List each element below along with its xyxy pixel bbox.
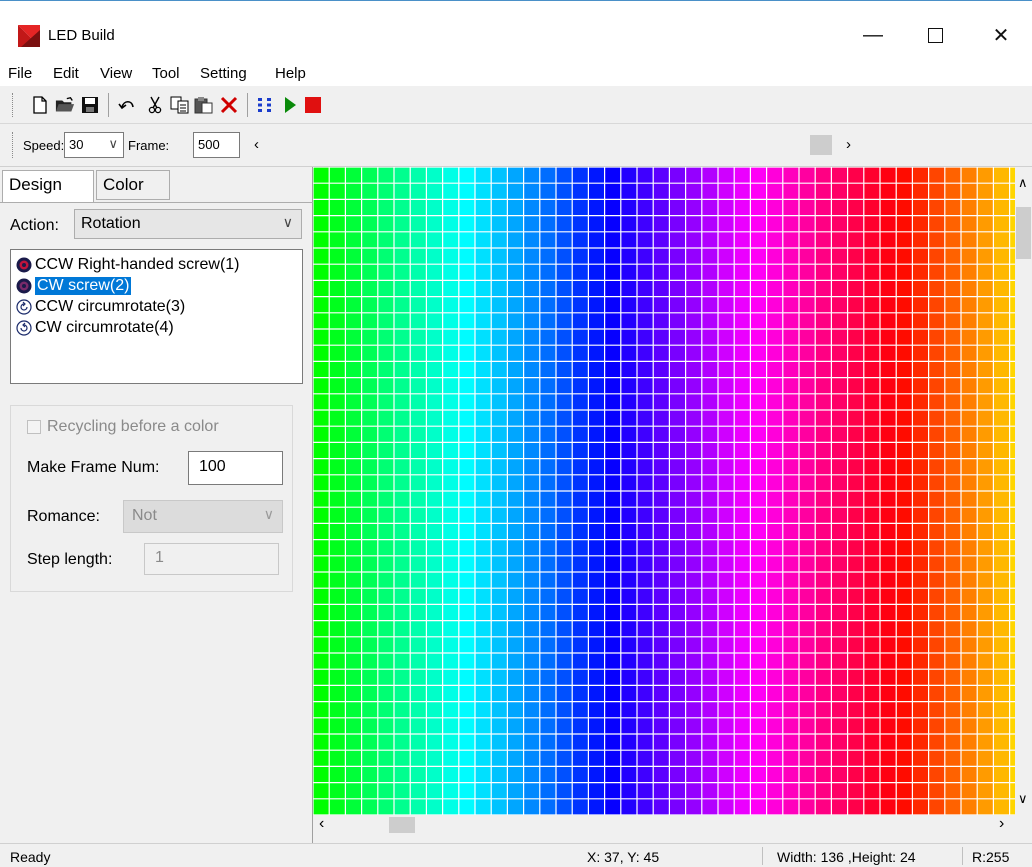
chevron-down-icon: ∨ xyxy=(282,214,293,230)
list-item[interactable]: CCW Right-handed screw(1) xyxy=(15,254,298,275)
chevron-down-icon: ∨ xyxy=(263,506,274,522)
speed-select[interactable]: 30 ∨ xyxy=(64,132,124,158)
vertical-scrollbar-thumb[interactable] xyxy=(1016,207,1031,259)
status-divider xyxy=(762,847,763,865)
menu-bar: File Edit View Tool Setting Help xyxy=(0,61,1032,86)
close-icon: ✕ xyxy=(992,24,1010,47)
action-label: Action: xyxy=(10,217,59,234)
list-item-label: CCW Right-handed screw(1) xyxy=(35,255,240,273)
main-toolbar xyxy=(0,87,1032,124)
step-length-input[interactable]: 1 xyxy=(144,543,279,575)
speed-value: 30 xyxy=(69,137,84,152)
menu-setting[interactable]: Setting xyxy=(200,65,247,82)
list-item[interactable]: CW screw(2) xyxy=(15,275,298,296)
grid-icon[interactable] xyxy=(255,95,275,115)
horizontal-scrollbar[interactable]: ‹ › xyxy=(313,815,1015,835)
copy-icon[interactable] xyxy=(170,95,190,115)
toolbar-separator xyxy=(108,93,109,117)
open-folder-icon[interactable] xyxy=(55,95,75,115)
menu-edit[interactable]: Edit xyxy=(53,65,79,82)
toolbar-grip[interactable] xyxy=(12,132,16,158)
ccw-screw-icon xyxy=(15,256,32,273)
action-select[interactable]: Rotation ∨ xyxy=(74,209,302,239)
stop-icon[interactable] xyxy=(303,95,323,115)
title-bar: LED Build — ✕ xyxy=(0,0,1032,61)
cursor-coordinates: X: 37, Y: 45 xyxy=(587,849,660,865)
romance-select[interactable]: Not ∨ xyxy=(123,500,283,533)
status-bar: Ready X: 37, Y: 45 Width: 136 ,Height: 2… xyxy=(0,843,1032,867)
scroll-left-icon[interactable]: ‹ xyxy=(319,815,324,833)
action-list[interactable]: CCW Right-handed screw(1) CW screw(2) CC… xyxy=(10,249,303,384)
tab-color[interactable]: Color xyxy=(96,170,170,200)
horizontal-scrollbar-thumb[interactable] xyxy=(389,817,415,833)
maximize-button[interactable] xyxy=(912,15,958,55)
matrix-size: Width: 136 ,Height: 24 xyxy=(777,849,916,865)
step-length-value: 1 xyxy=(155,549,164,566)
frame-num-input[interactable]: 100 xyxy=(188,451,283,485)
frame-num-label: Make Frame Num: xyxy=(27,459,160,476)
action-value: Rotation xyxy=(81,215,141,232)
frame-num-value: 100 xyxy=(199,458,226,475)
play-icon[interactable] xyxy=(280,95,300,115)
list-item-label: CW circumrotate(4) xyxy=(35,318,174,336)
frame-scrollbar-thumb[interactable] xyxy=(810,135,832,155)
close-button[interactable]: ✕ xyxy=(978,15,1024,55)
menu-view[interactable]: View xyxy=(100,65,132,82)
speed-label: Speed: xyxy=(23,138,65,153)
frame-input[interactable]: 500 xyxy=(193,132,240,158)
recycling-checkbox[interactable] xyxy=(27,420,41,434)
frame-value: 500 xyxy=(198,137,220,152)
window-title: LED Build xyxy=(48,27,115,44)
undo-icon[interactable] xyxy=(117,95,137,115)
recycling-label: Recycling before a color xyxy=(47,418,219,435)
minimize-button[interactable]: — xyxy=(850,15,896,55)
color-readout: R:255 xyxy=(972,849,1010,865)
scroll-down-icon[interactable]: ∨ xyxy=(1018,791,1028,807)
led-grid-area: ∧ ∨ ‹ › xyxy=(313,167,1032,843)
status-text: Ready xyxy=(10,849,51,865)
ccw-rotate-icon xyxy=(15,298,32,315)
frame-label: Frame: xyxy=(128,138,170,153)
side-panel: Design Color Action: Rotation ∨ CCW Righ… xyxy=(0,167,313,843)
frame-scrollbar-track[interactable] xyxy=(270,134,840,156)
vertical-scrollbar[interactable]: ∧ ∨ xyxy=(1015,167,1032,815)
scroll-up-icon[interactable]: ∧ xyxy=(1018,175,1028,191)
toolbar-separator xyxy=(247,93,248,117)
frame-scroll-left-icon[interactable]: ‹ xyxy=(254,136,259,153)
tab-divider xyxy=(0,202,313,203)
frame-scroll-right-icon[interactable]: › xyxy=(846,136,851,153)
menu-help[interactable]: Help xyxy=(275,65,306,82)
toolbar-grip[interactable] xyxy=(12,93,16,117)
save-icon[interactable] xyxy=(80,95,100,115)
maximize-icon xyxy=(927,27,943,43)
romance-label: Romance: xyxy=(27,508,100,525)
new-file-icon[interactable] xyxy=(30,95,50,115)
scroll-right-icon[interactable]: › xyxy=(999,815,1004,833)
led-matrix-canvas[interactable] xyxy=(313,167,1015,815)
cw-rotate-icon xyxy=(15,319,32,336)
minimize-icon: — xyxy=(863,23,883,46)
paste-icon[interactable] xyxy=(194,95,214,115)
tab-design[interactable]: Design xyxy=(2,170,94,203)
cw-screw-icon xyxy=(15,277,32,294)
list-item-label: CW screw(2) xyxy=(35,276,132,295)
cut-icon[interactable] xyxy=(145,95,165,115)
status-divider xyxy=(962,847,963,865)
list-item[interactable]: CCW circumrotate(3) xyxy=(15,296,298,317)
chevron-down-icon: ∨ xyxy=(108,136,118,151)
app-logo-icon xyxy=(18,25,40,47)
playback-toolbar: Speed: 30 ∨ Frame: 500 ‹ › xyxy=(0,124,1032,167)
list-item[interactable]: CW circumrotate(4) xyxy=(15,317,298,338)
menu-file[interactable]: File xyxy=(8,65,32,82)
romance-value: Not xyxy=(132,507,157,524)
menu-tool[interactable]: Tool xyxy=(152,65,180,82)
delete-icon[interactable] xyxy=(219,95,239,115)
list-item-label: CCW circumrotate(3) xyxy=(35,297,186,315)
step-length-label: Step length: xyxy=(27,551,113,568)
